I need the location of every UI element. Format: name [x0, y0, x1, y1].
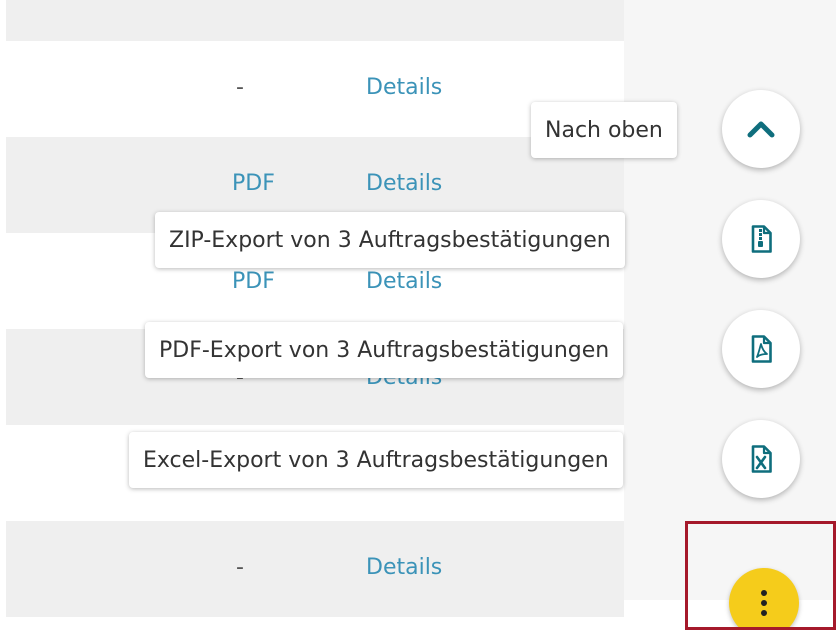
details-link[interactable]: Details: [366, 171, 442, 196]
pdf-file-icon: [751, 335, 772, 363]
right-gutter: [624, 0, 836, 600]
excel-export-tooltip: Excel-Export von 3 Auftragsbestätigungen: [129, 432, 623, 488]
pdf-export-tooltip: PDF-Export von 3 Auftragsbestätigungen: [145, 322, 624, 378]
scroll-top-label: Nach oben: [545, 117, 663, 143]
excel-file-icon: [751, 445, 772, 473]
empty-cell-dash: -: [236, 555, 244, 580]
highlight-frame: [685, 521, 836, 630]
table-row: [6, 0, 624, 41]
pdf-export-label: PDF-Export von 3 Auftragsbestätigungen: [159, 337, 610, 363]
details-link[interactable]: Details: [366, 555, 442, 580]
details-link[interactable]: Details: [366, 269, 442, 294]
zip-file-icon: [751, 225, 772, 253]
excel-export-button[interactable]: [722, 420, 800, 498]
empty-cell-dash: -: [236, 75, 244, 100]
zip-export-button[interactable]: [722, 200, 800, 278]
details-link[interactable]: Details: [366, 75, 442, 100]
pdf-export-button[interactable]: [722, 310, 800, 388]
excel-export-label: Excel-Export von 3 Auftragsbestätigungen: [143, 447, 609, 473]
table-row: - Details: [6, 521, 624, 617]
scroll-top-button[interactable]: [722, 90, 800, 168]
scroll-top-tooltip: Nach oben: [531, 102, 677, 158]
zip-export-tooltip: ZIP-Export von 3 Auftragsbestätigungen: [155, 212, 625, 268]
pdf-link[interactable]: PDF: [232, 171, 275, 196]
chevron-up-icon: [747, 121, 775, 138]
pdf-link[interactable]: PDF: [232, 269, 275, 294]
zip-export-label: ZIP-Export von 3 Auftragsbestätigungen: [169, 227, 611, 253]
page: - Details PDF Details PDF Details - Deta…: [0, 0, 836, 630]
